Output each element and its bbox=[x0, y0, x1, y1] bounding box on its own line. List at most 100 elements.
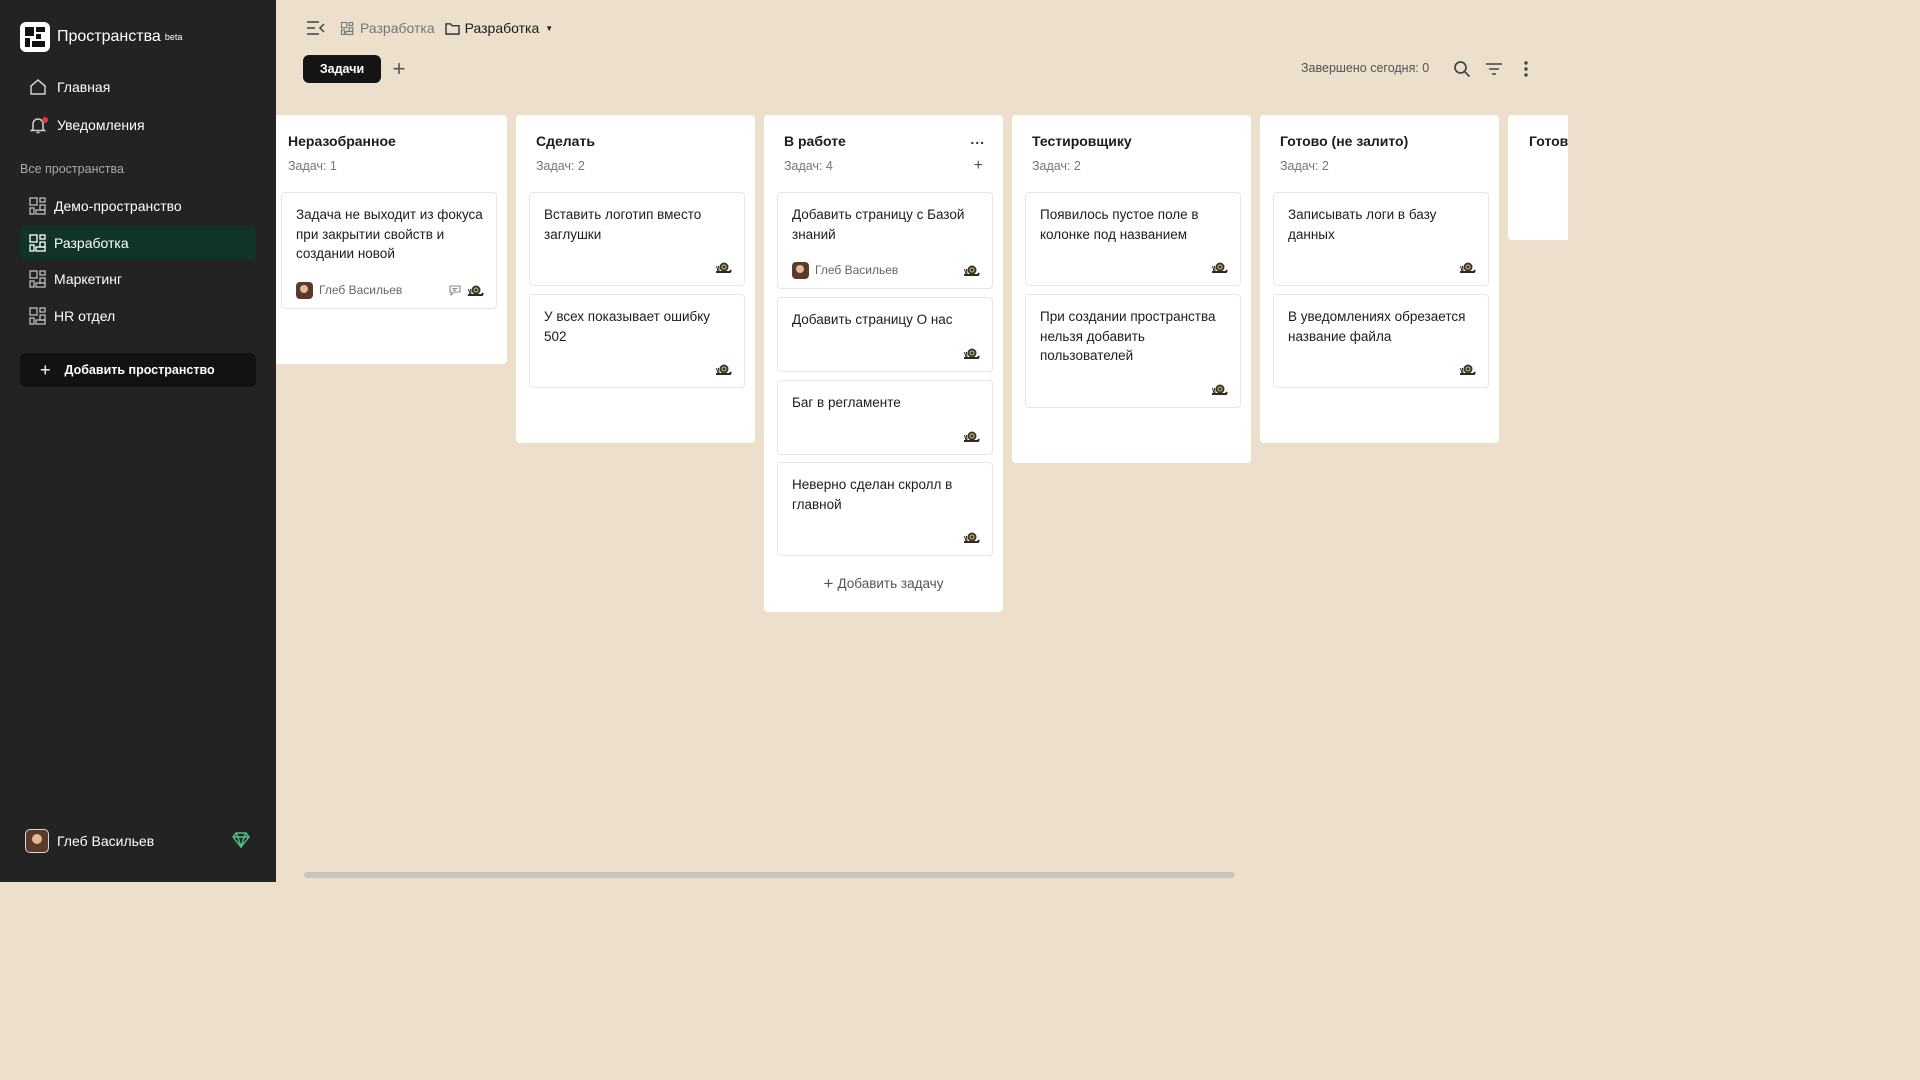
task-title: При создании пространства нельзя добавит… bbox=[1040, 309, 1216, 363]
snail-icon bbox=[1212, 384, 1228, 395]
board-column-todo: Сделать Задач: 2 Вставить логотип вместо… bbox=[516, 115, 755, 443]
add-task-button[interactable]: + Добавить задачу bbox=[764, 574, 1003, 594]
completed-today-counter: Завершено сегодня: 0 bbox=[1301, 61, 1430, 75]
task-footer: Глеб Васильев bbox=[792, 261, 980, 279]
avatar bbox=[25, 829, 49, 853]
task-footer bbox=[544, 360, 732, 378]
task-meta bbox=[1459, 363, 1476, 376]
task-footer bbox=[792, 344, 980, 362]
snail-icon bbox=[964, 532, 980, 543]
snail-icon bbox=[964, 348, 980, 359]
task-card[interactable]: У всех показывает ошибку 502 bbox=[529, 294, 745, 388]
more-vertical-icon[interactable] bbox=[1516, 59, 1536, 79]
space-item-label: Разработка bbox=[54, 235, 129, 251]
all-spaces-label: Все пространства bbox=[20, 162, 124, 176]
space-item-marketing[interactable]: Маркетинг bbox=[20, 262, 256, 296]
snail-icon bbox=[964, 431, 980, 442]
plus-icon: + bbox=[823, 574, 834, 593]
beta-badge: beta bbox=[164, 32, 183, 42]
nav-home[interactable]: Главная bbox=[20, 70, 256, 104]
tab-tasks[interactable]: Задачи bbox=[303, 55, 381, 83]
task-title: В уведомлениях обрезается название файла bbox=[1288, 309, 1466, 344]
user-name: Глеб Васильев bbox=[57, 833, 155, 849]
assignee: Глеб Васильев bbox=[296, 281, 403, 299]
task-meta bbox=[715, 363, 732, 376]
breadcrumb-space[interactable]: Разработка bbox=[340, 20, 435, 36]
task-meta bbox=[963, 430, 980, 443]
task-title: Записывать логи в базу данных bbox=[1288, 207, 1437, 242]
comment-icon bbox=[449, 284, 461, 296]
space-item-demo[interactable]: Демо-пространство bbox=[20, 189, 256, 223]
task-title: Добавить страницу О нас bbox=[792, 312, 953, 327]
filter-icon[interactable] bbox=[1484, 59, 1504, 79]
space-item-development[interactable]: Разработка bbox=[20, 226, 256, 260]
column-task-count: Задач: 2 bbox=[1032, 159, 1081, 173]
task-card[interactable]: В уведомлениях обрезается название файла bbox=[1273, 294, 1489, 388]
nav-notifications-label: Уведомления bbox=[57, 117, 145, 133]
task-title: Вставить логотип вместо заглушки bbox=[544, 207, 702, 242]
task-title: Баг в регламенте bbox=[792, 395, 901, 410]
column-task-count: Задач: 2 bbox=[1280, 159, 1329, 173]
task-card[interactable]: Добавить страницу с Базой знаний Глеб Ва… bbox=[777, 192, 993, 289]
folder-icon bbox=[444, 22, 460, 35]
task-footer bbox=[1288, 258, 1476, 276]
column-task-count: Задач: 1 bbox=[288, 159, 337, 173]
add-space-button[interactable]: + Добавить пространство bbox=[20, 353, 256, 387]
breadcrumb-space-label: Разработка bbox=[360, 20, 435, 36]
board-column-done-not-deployed: Готово (не залито) Задач: 2 Записывать л… bbox=[1260, 115, 1499, 443]
task-title: У всех показывает ошибку 502 bbox=[544, 309, 711, 344]
user-profile[interactable]: Глеб Васильев bbox=[25, 829, 154, 853]
task-footer: Глеб Васильев bbox=[296, 281, 484, 299]
board-column-in-progress: В работе ... Задач: 4 + Добавить страниц… bbox=[764, 115, 1003, 612]
column-more-button[interactable]: ... bbox=[970, 131, 985, 147]
space-item-label: HR отдел bbox=[54, 308, 116, 324]
space-item-hr[interactable]: HR отдел bbox=[20, 299, 256, 333]
task-footer bbox=[792, 528, 980, 546]
column-task-count: Задач: 2 bbox=[536, 159, 585, 173]
task-title: Задача не выходит из фокуса при закрытии… bbox=[296, 207, 483, 261]
snail-icon bbox=[1212, 262, 1228, 273]
task-card[interactable]: Появилось пустое поле в колонке под назв… bbox=[1025, 192, 1241, 286]
task-card[interactable]: Записывать логи в базу данных bbox=[1273, 192, 1489, 286]
task-title: Добавить страницу с Базой знаний bbox=[792, 207, 965, 242]
brand-logo-icon bbox=[20, 22, 50, 52]
task-meta bbox=[963, 347, 980, 360]
task-meta bbox=[715, 261, 732, 274]
task-card[interactable]: Неверно сделан скролл в главной bbox=[777, 462, 993, 556]
space-item-label: Маркетинг bbox=[54, 271, 123, 287]
brand[interactable]: Пространства beta bbox=[20, 22, 182, 52]
space-icon bbox=[27, 268, 49, 290]
task-meta bbox=[449, 284, 484, 297]
board-column-done: Готово bbox=[1508, 115, 1568, 240]
home-icon bbox=[27, 76, 49, 98]
column-title: Сделать bbox=[536, 133, 595, 149]
task-footer bbox=[1040, 258, 1228, 276]
horizontal-scrollbar[interactable] bbox=[304, 872, 1235, 878]
add-tab-button[interactable]: + bbox=[390, 58, 408, 80]
task-card[interactable]: Вставить логотип вместо заглушки bbox=[529, 192, 745, 286]
notification-dot bbox=[42, 117, 48, 123]
column-title: Тестировщику bbox=[1032, 133, 1132, 149]
task-meta bbox=[963, 531, 980, 544]
add-task-label: Добавить задачу bbox=[837, 576, 944, 591]
column-add-icon[interactable]: + bbox=[974, 158, 983, 174]
assignee-name: Глеб Васильев bbox=[319, 283, 403, 297]
snail-icon bbox=[964, 265, 980, 276]
task-card[interactable]: Задача не выходит из фокуса при закрытии… bbox=[281, 192, 497, 309]
plus-icon: + bbox=[40, 360, 51, 380]
board-column-unsorted: Неразобранное Задач: 1 Задача не выходит… bbox=[276, 115, 507, 364]
search-icon[interactable] bbox=[1452, 59, 1472, 79]
task-footer bbox=[792, 427, 980, 445]
breadcrumb-folder[interactable]: Разработка ▼ bbox=[444, 20, 553, 36]
task-card[interactable]: При создании пространства нельзя добавит… bbox=[1025, 294, 1241, 408]
task-card[interactable]: Добавить страницу О нас bbox=[777, 297, 993, 372]
collapse-sidebar-icon[interactable] bbox=[306, 19, 326, 37]
assignee-name: Глеб Васильев bbox=[815, 263, 899, 277]
diamond-icon[interactable] bbox=[232, 832, 250, 853]
sidebar: Пространства beta Главная Уведомления Вс… bbox=[0, 0, 276, 882]
nav-notifications[interactable]: Уведомления bbox=[20, 108, 256, 142]
task-card[interactable]: Баг в регламенте bbox=[777, 380, 993, 455]
space-icon bbox=[27, 195, 49, 217]
brand-title: Пространства bbox=[57, 28, 161, 45]
task-meta bbox=[1459, 261, 1476, 274]
